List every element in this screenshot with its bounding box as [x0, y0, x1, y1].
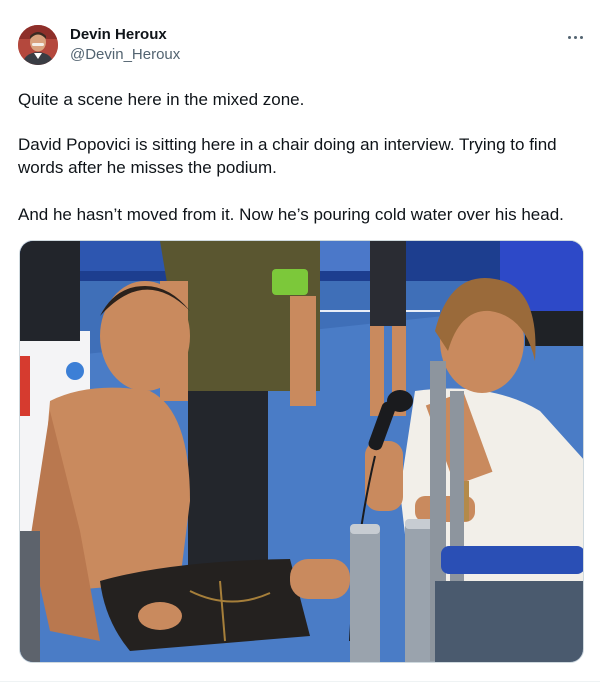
tweet-text-paragraph: Quite a scene here in the mixed zone. — [18, 90, 305, 109]
photo-illustration — [20, 241, 583, 662]
author-handle[interactable]: @Devin_Heroux — [70, 46, 180, 64]
author-display-name[interactable]: Devin Heroux — [70, 26, 167, 44]
tweet-card[interactable]: Devin Heroux @Devin_Heroux Quite a scene… — [0, 0, 600, 682]
dot — [579, 35, 583, 39]
author-avatar[interactable] — [18, 25, 58, 65]
dot — [573, 35, 577, 39]
more-options-icon[interactable] — [562, 28, 588, 46]
tweet-text-paragraph: David Popovici is sitting here in a chai… — [18, 135, 557, 177]
dot — [567, 35, 571, 39]
tweet-text-paragraph: And he hasn’t moved from it. Now he’s po… — [18, 205, 564, 224]
profile-photo-icon — [18, 25, 58, 65]
tweet-photo[interactable] — [19, 240, 584, 663]
